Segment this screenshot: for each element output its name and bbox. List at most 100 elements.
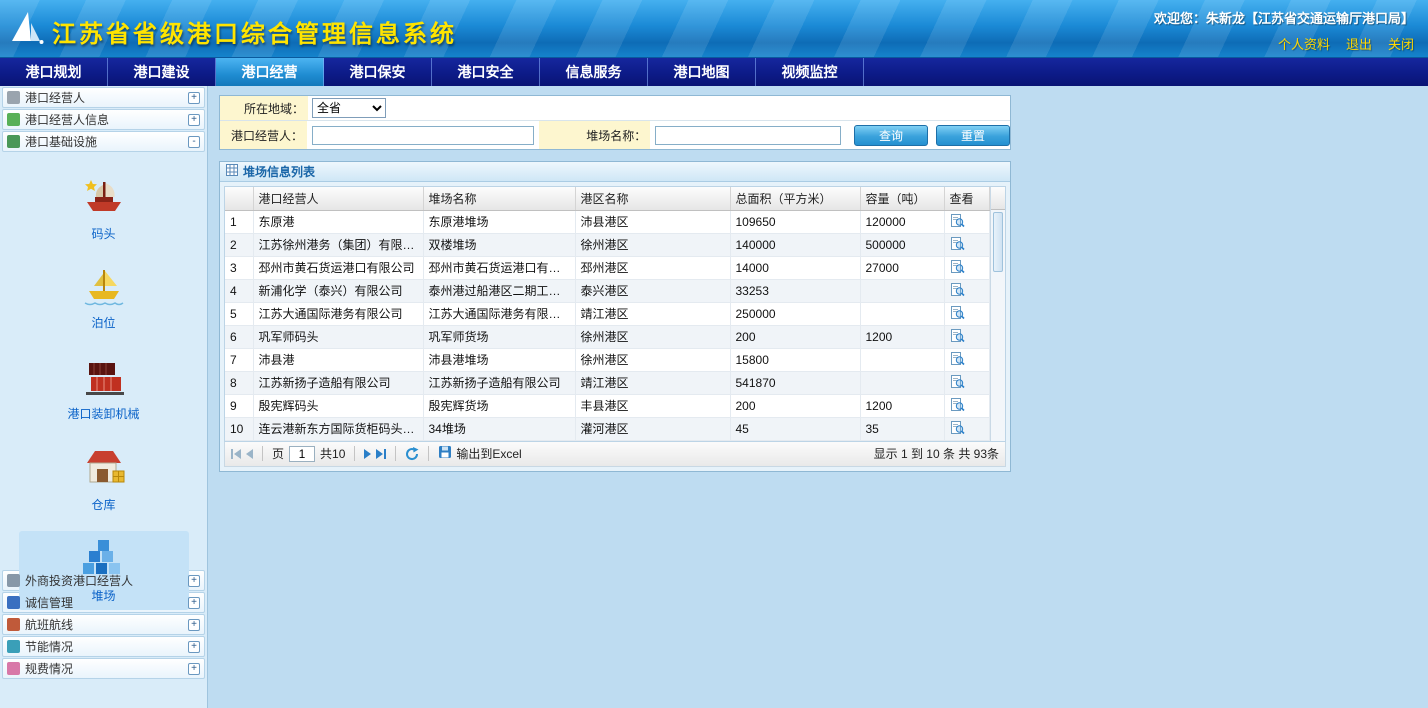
column-header[interactable]: 堆场名称 <box>423 187 575 210</box>
expand-toggle-icon[interactable]: + <box>188 92 200 104</box>
scrollbar-thumb[interactable] <box>993 212 1004 272</box>
table-header-row: 港口经营人堆场名称港区名称总面积（平方米）容量（吨）查看 <box>225 187 989 210</box>
sidebar-group[interactable]: 港口经营人+ <box>2 87 205 108</box>
refresh-button[interactable] <box>405 447 419 461</box>
view-button[interactable] <box>950 420 965 435</box>
column-header[interactable]: 港区名称 <box>575 187 730 210</box>
row-number-header[interactable] <box>225 187 253 210</box>
cell-yard: 沛县港堆场 <box>423 348 575 371</box>
expand-toggle-icon[interactable]: + <box>188 597 200 609</box>
nav-tab[interactable]: 信息服务 <box>540 58 648 86</box>
table-row[interactable]: 9殷宪辉码头殷宪辉货场丰县港区2001200 <box>225 394 989 417</box>
column-header[interactable]: 容量（吨） <box>860 187 944 210</box>
cell-operator: 沛县港 <box>253 348 423 371</box>
sidebar-top-groups: 港口经营人+港口经营人信息+港口基础设施- <box>0 87 207 152</box>
expand-toggle-icon[interactable]: + <box>188 619 200 631</box>
scrollbar-cap <box>991 187 1006 210</box>
sidebar-group[interactable]: 港口基础设施- <box>2 131 205 152</box>
view-button[interactable] <box>950 328 965 343</box>
header-link[interactable]: 个人资料 <box>1278 34 1330 53</box>
welcome-text: 欢迎您：朱新龙【江苏省交通运输厅港口局】 <box>1154 8 1414 27</box>
cell-capacity: 120000 <box>860 210 944 233</box>
header-link[interactable]: 关闭 <box>1388 34 1414 53</box>
cell-district: 徐州港区 <box>575 325 730 348</box>
expand-toggle-icon[interactable]: + <box>188 114 200 126</box>
expand-toggle-icon[interactable]: + <box>188 641 200 653</box>
pager-separator <box>262 446 263 461</box>
facility-label: 仓库 <box>91 496 115 513</box>
table-row[interactable]: 3邳州市黄石货运港口有限公司邳州市黄石货运港口有限公...邳州港区1400027… <box>225 256 989 279</box>
query-button[interactable]: 查询 <box>854 125 928 146</box>
cell-view <box>944 233 989 256</box>
column-header[interactable]: 查看 <box>944 187 989 210</box>
table-row[interactable]: 2江苏徐州港务（集团）有限公司双楼堆场徐州港区140000500000 <box>225 233 989 256</box>
region-select[interactable]: 全省 <box>312 98 386 118</box>
table-row[interactable]: 8江苏新扬子造船有限公司江苏新扬子造船有限公司靖江港区541870 <box>225 371 989 394</box>
table-row[interactable]: 1东原港东原港堆场沛县港区109650120000 <box>225 210 989 233</box>
region-label: 所在地域： <box>220 96 308 120</box>
view-button[interactable] <box>950 236 965 251</box>
table-row[interactable]: 7沛县港沛县港堆场徐州港区15800 <box>225 348 989 371</box>
facility-item-码头[interactable]: 码头 <box>19 169 189 248</box>
view-button[interactable] <box>950 282 965 297</box>
cell-yard: 邳州市黄石货运港口有限公... <box>423 256 575 279</box>
sidebar-group[interactable]: 节能情况+ <box>2 636 205 657</box>
main-nav: 港口规划港口建设港口经营港口保安港口安全信息服务港口地图视频监控 <box>0 58 1428 86</box>
search-buttons-cell: 查询 重置 <box>846 121 1010 149</box>
view-button[interactable] <box>950 259 965 274</box>
page-input[interactable] <box>289 446 315 462</box>
table-row[interactable]: 4新浦化学（泰兴）有限公司泰州港过船港区二期工程通...泰兴港区33253 <box>225 279 989 302</box>
expand-toggle-icon[interactable]: - <box>188 136 200 148</box>
prev-page-button[interactable] <box>246 449 253 459</box>
view-button[interactable] <box>950 213 965 228</box>
cell-operator: 江苏新扬子造船有限公司 <box>253 371 423 394</box>
cell-yard: 江苏新扬子造船有限公司 <box>423 371 575 394</box>
header-link[interactable]: 退出 <box>1346 34 1372 53</box>
facility-item-仓库[interactable]: 仓库 <box>19 440 189 519</box>
last-page-button[interactable] <box>376 449 386 459</box>
sidebar-bottom-groups: 外商投资港口经营人+诚信管理+航班航线+节能情况+规费情况+ <box>0 570 207 679</box>
view-button[interactable] <box>950 351 965 366</box>
nav-tab[interactable]: 港口保安 <box>324 58 432 86</box>
column-header[interactable]: 港口经营人 <box>253 187 423 210</box>
view-button[interactable] <box>950 305 965 320</box>
facility-item-泊位[interactable]: 泊位 <box>19 260 189 337</box>
operator-label: 港口经营人： <box>220 121 307 149</box>
vertical-scrollbar[interactable] <box>990 187 1006 441</box>
first-page-button[interactable] <box>231 449 241 459</box>
table-row[interactable]: 10连云港新东方国际货柜码头有限...34堆场灌河港区4535 <box>225 417 989 440</box>
expand-toggle-icon[interactable]: + <box>188 575 200 587</box>
nav-tab[interactable]: 港口建设 <box>108 58 216 86</box>
nav-tab[interactable]: 港口安全 <box>432 58 540 86</box>
cell-yard: 江苏大通国际港务有限公司 <box>423 302 575 325</box>
export-excel-button[interactable]: 输出到Excel <box>438 445 521 462</box>
nav-tab[interactable]: 港口地图 <box>648 58 756 86</box>
sidebar-group[interactable]: 诚信管理+ <box>2 592 205 613</box>
nav-tab[interactable]: 视频监控 <box>756 58 864 86</box>
sidebar-group[interactable]: 港口经营人信息+ <box>2 109 205 130</box>
region-cell: 全省 <box>308 96 1010 120</box>
reset-button[interactable]: 重置 <box>936 125 1010 146</box>
header-links: 个人资料退出关闭 <box>1278 34 1414 53</box>
facility-item-港口装卸机械[interactable]: 港口装卸机械 <box>19 349 189 428</box>
machinery-icon <box>81 355 127 402</box>
next-page-button[interactable] <box>364 449 371 459</box>
cell-area: 541870 <box>730 371 860 394</box>
table-row[interactable]: 5江苏大通国际港务有限公司江苏大通国际港务有限公司靖江港区250000 <box>225 302 989 325</box>
column-header[interactable]: 总面积（平方米） <box>730 187 860 210</box>
sidebar-group[interactable]: 航班航线+ <box>2 614 205 635</box>
export-excel-label: 输出到Excel <box>456 445 521 462</box>
sidebar-group[interactable]: 外商投资港口经营人+ <box>2 570 205 591</box>
table-row[interactable]: 6巩军师码头巩军师货场徐州港区2001200 <box>225 325 989 348</box>
sidebar-group[interactable]: 规费情况+ <box>2 658 205 679</box>
yard-table: 港口经营人堆场名称港区名称总面积（平方米）容量（吨）查看 1东原港东原港堆场沛县… <box>225 187 990 441</box>
operator-input[interactable] <box>312 126 534 145</box>
yard-name-input[interactable] <box>655 126 841 145</box>
nav-tab[interactable]: 港口规划 <box>0 58 108 86</box>
cell-district: 泰兴港区 <box>575 279 730 302</box>
grid-wrap: 港口经营人堆场名称港区名称总面积（平方米）容量（吨）查看 1东原港东原港堆场沛县… <box>224 186 1006 442</box>
expand-toggle-icon[interactable]: + <box>188 663 200 675</box>
view-button[interactable] <box>950 397 965 412</box>
view-button[interactable] <box>950 374 965 389</box>
nav-tab[interactable]: 港口经营 <box>216 58 324 86</box>
